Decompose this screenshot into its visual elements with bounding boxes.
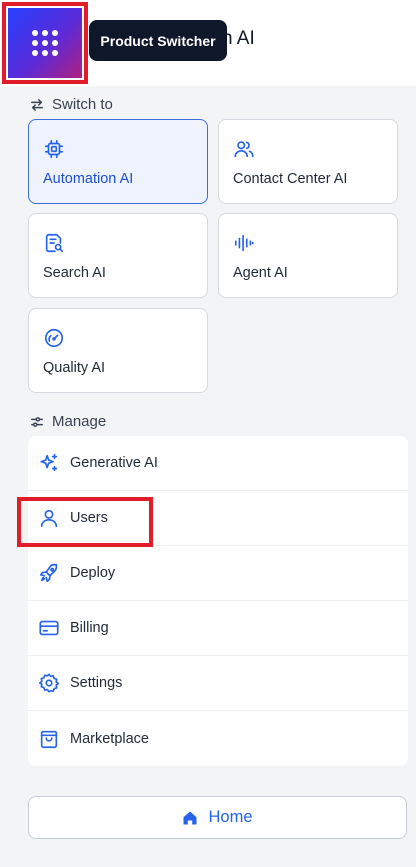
home-button-label: Home bbox=[208, 808, 253, 826]
product-card-quality-ai[interactable]: Quality AI bbox=[28, 308, 208, 393]
gear-icon bbox=[38, 673, 60, 693]
credit-card-icon bbox=[39, 620, 59, 636]
product-card-contact-center-ai[interactable]: Contact Center AI bbox=[218, 119, 398, 204]
product-switcher-tooltip: Product Switcher bbox=[89, 20, 227, 61]
user-icon bbox=[40, 509, 58, 528]
manage-item-label: Marketplace bbox=[70, 730, 149, 747]
manage-item-generative-ai[interactable]: Generative AI bbox=[28, 436, 408, 491]
manage-item-label: Billing bbox=[70, 620, 109, 636]
top-header: n AI Product Switcher bbox=[0, 0, 416, 86]
manage-label: Manage bbox=[52, 413, 107, 430]
product-label: Quality AI bbox=[43, 360, 106, 376]
product-label: Agent AI bbox=[233, 265, 288, 281]
swap-arrows-icon bbox=[31, 98, 43, 111]
manage-heading: Manage bbox=[30, 413, 106, 430]
home-button[interactable]: Home bbox=[28, 796, 407, 839]
switch-to-label: Switch to bbox=[52, 96, 113, 113]
manage-item-settings[interactable]: Settings bbox=[28, 656, 408, 711]
manage-item-label: Users bbox=[70, 510, 108, 526]
product-card-automation-ai[interactable]: Automation AI bbox=[28, 119, 208, 204]
manage-item-billing[interactable]: Billing bbox=[28, 601, 408, 656]
product-card-search-ai[interactable]: Search AI bbox=[28, 213, 208, 298]
grid-dots-icon bbox=[32, 30, 58, 56]
manage-item-label: Settings bbox=[70, 675, 123, 691]
manage-item-label: Generative AI bbox=[70, 455, 158, 471]
product-label: Contact Center AI bbox=[233, 171, 348, 187]
manage-list: Generative AI Users Deploy Billing Setti… bbox=[28, 436, 408, 766]
manage-item-deploy[interactable]: Deploy bbox=[28, 546, 408, 601]
manage-item-label: Deploy bbox=[70, 565, 116, 581]
product-label: Automation AI bbox=[43, 171, 134, 187]
switch-to-heading: Switch to bbox=[30, 96, 113, 113]
chip-icon bbox=[44, 139, 64, 159]
product-switcher-button[interactable] bbox=[8, 8, 82, 78]
shopping-bag-icon bbox=[40, 730, 58, 748]
waveform-icon bbox=[234, 234, 254, 252]
gauge-icon bbox=[44, 328, 64, 348]
home-icon bbox=[183, 811, 197, 824]
sliders-icon bbox=[31, 416, 43, 427]
sparkles-icon bbox=[40, 453, 58, 472]
manage-item-marketplace[interactable]: Marketplace bbox=[28, 711, 408, 766]
rocket-icon bbox=[39, 563, 58, 583]
users-icon bbox=[234, 141, 254, 158]
product-label: Search AI bbox=[43, 265, 106, 281]
product-card-agent-ai[interactable]: Agent AI bbox=[218, 213, 398, 298]
manage-item-users[interactable]: Users bbox=[28, 491, 408, 546]
document-search-icon bbox=[45, 233, 64, 253]
